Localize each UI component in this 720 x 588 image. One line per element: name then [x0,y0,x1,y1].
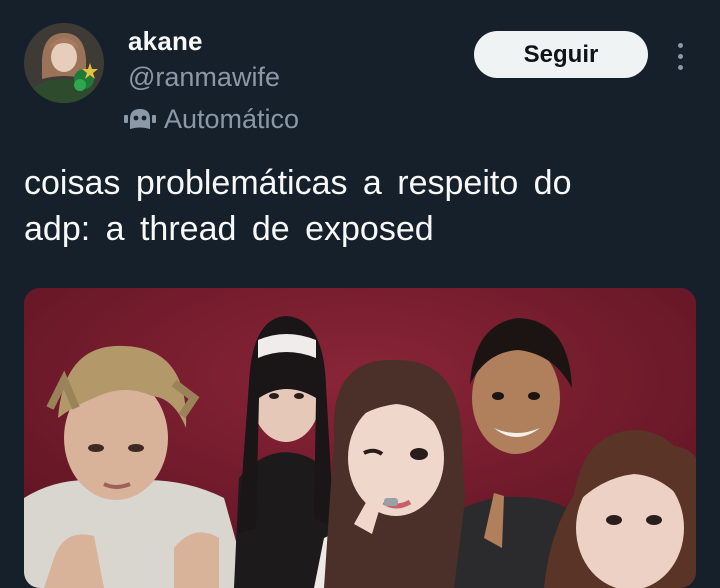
automated-label-text: Automático [164,103,300,134]
tweet-media-image[interactable] [24,288,696,588]
display-name[interactable]: akane [128,26,203,57]
tweet-text-line-2: adp: a thread de exposed [24,210,434,248]
automated-account-label: Automático [124,102,299,136]
bot-icon [124,107,156,131]
tweet-card: akane @ranmawife Automático Seguir coisa… [0,0,720,588]
tweet-text-line-1: coisas problemáticas a respeito do [24,164,572,202]
group-photo [24,288,696,588]
follow-button[interactable]: Seguir [474,31,648,78]
avatar-image [24,23,104,103]
more-options-icon[interactable] [664,36,696,76]
avatar[interactable] [24,23,104,103]
user-handle[interactable]: @ranmawife [128,62,280,93]
tweet-text: coisas problemáticas a respeito do adp: … [24,160,644,252]
